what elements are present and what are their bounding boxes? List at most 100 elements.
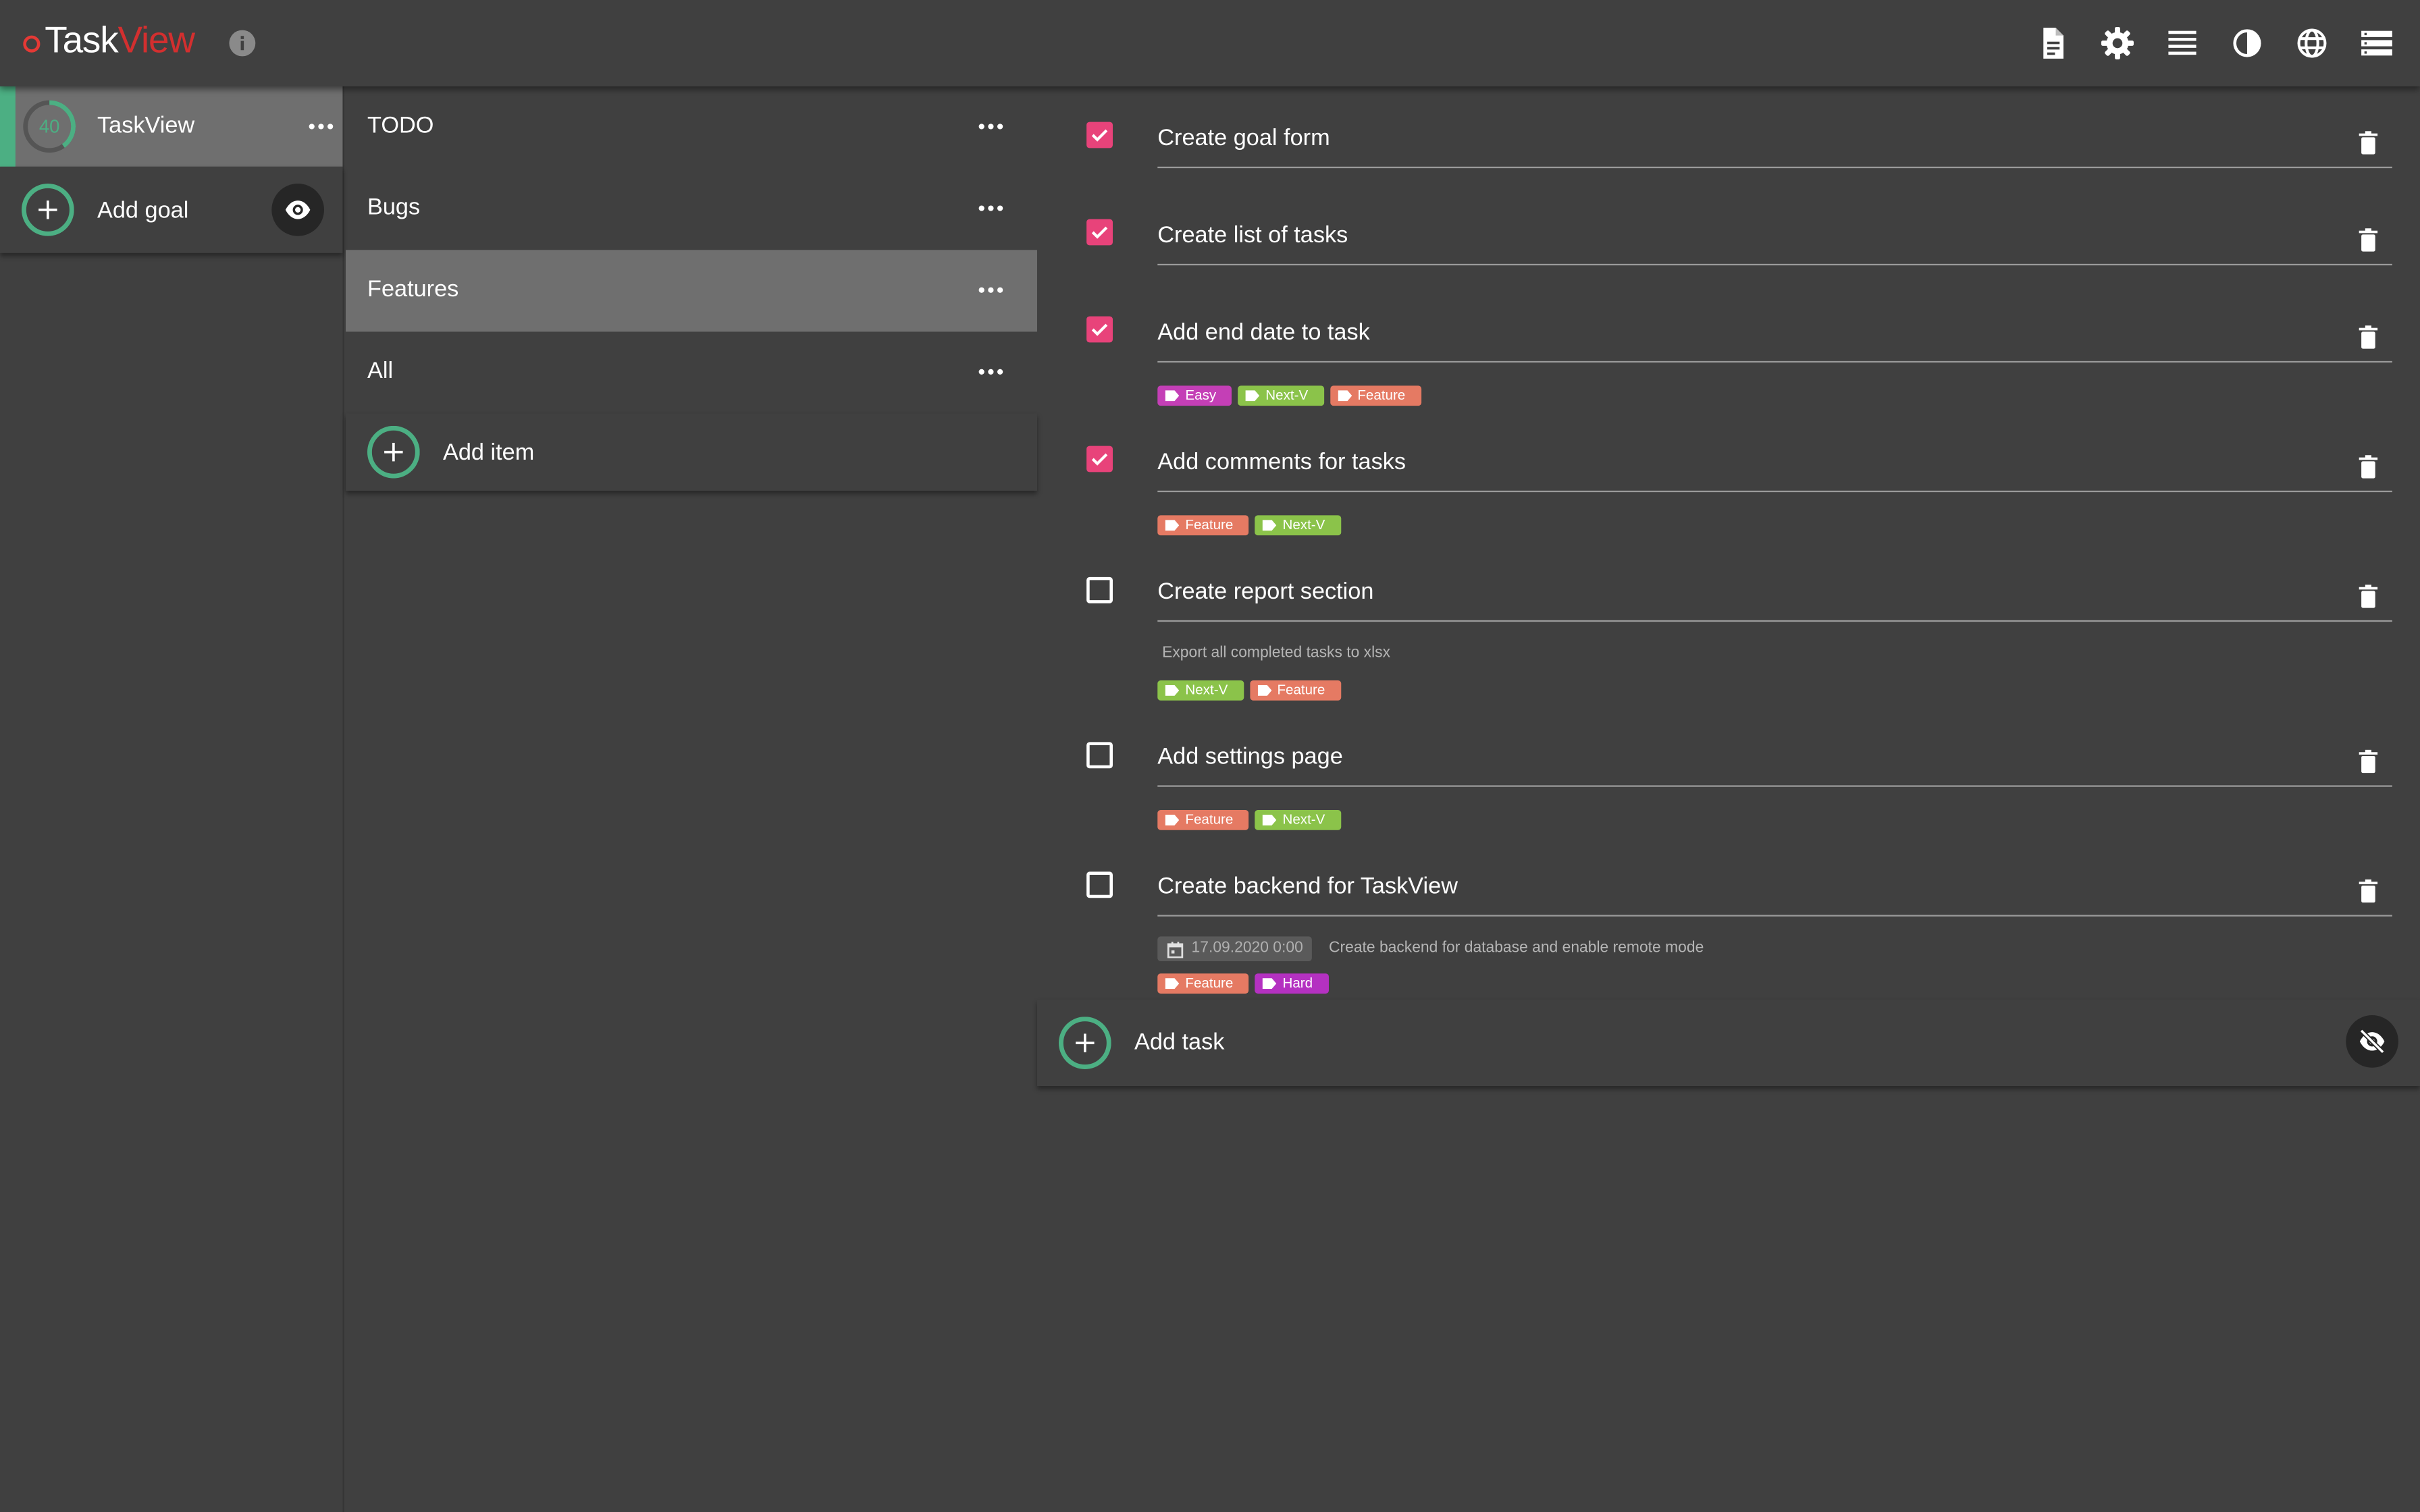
add-item-plus-icon[interactable] <box>367 425 420 479</box>
tag-label: Hard <box>1282 975 1313 991</box>
task-date-value: 17.09.2020 0:00 <box>1191 939 1303 957</box>
list-more-icon[interactable] <box>976 193 1007 224</box>
list-item-todo[interactable]: TODO <box>346 86 1037 168</box>
eye-icon <box>285 200 311 219</box>
task-checkbox[interactable] <box>1086 316 1113 343</box>
list-item-features[interactable]: Features <box>345 250 1037 332</box>
document-icon[interactable] <box>2034 25 2072 62</box>
globe-icon[interactable] <box>2294 25 2331 62</box>
tag-icon <box>1262 814 1277 826</box>
tag-icon <box>1262 978 1277 990</box>
list-item-all[interactable]: All <box>346 331 1037 413</box>
list-more-icon[interactable] <box>976 356 1007 387</box>
add-task-label[interactable]: Add task <box>1134 1029 1224 1056</box>
tag-next-v[interactable]: Next-V <box>1255 809 1341 830</box>
task-checkbox[interactable] <box>1086 219 1113 246</box>
trash-icon[interactable] <box>2355 130 2382 156</box>
info-icon[interactable] <box>228 29 256 57</box>
tag-feature[interactable]: Feature <box>1157 809 1249 830</box>
tag-label: Next-V <box>1282 811 1325 828</box>
lists-panel: TODO Bugs Features All Add item <box>345 86 1037 1512</box>
tag-label: Next-V <box>1282 516 1325 533</box>
tag-feature[interactable]: Feature <box>1157 973 1249 994</box>
tag-label: Feature <box>1277 682 1325 698</box>
tag-label: Next-V <box>1265 387 1309 403</box>
tag-feature[interactable]: Feature <box>1249 680 1341 701</box>
trash-icon[interactable] <box>2355 583 2382 610</box>
tag-label: Feature <box>1357 387 1406 403</box>
tag-label: Feature <box>1185 975 1234 991</box>
task-title[interactable]: Create backend for TaskView <box>1157 873 1458 900</box>
goal-progress-value: 40 <box>38 115 60 138</box>
tag-next-v[interactable]: Next-V <box>1255 515 1341 536</box>
task-underline <box>1157 785 2392 787</box>
goal-item-taskview[interactable]: 40 TaskView <box>0 86 343 167</box>
app-logo: TaskView <box>23 18 195 65</box>
tag-icon <box>1262 520 1277 531</box>
task-date-chip[interactable]: 17.09.2020 0:00 <box>1157 936 1313 961</box>
gear-icon[interactable] <box>2099 25 2136 62</box>
trash-icon[interactable] <box>2355 227 2382 253</box>
trash-icon[interactable] <box>2355 878 2382 905</box>
tag-icon <box>1165 390 1180 402</box>
tag-next-v[interactable]: Next-V <box>1157 680 1244 701</box>
tag-icon <box>1165 978 1180 990</box>
task-title[interactable]: Create list of tasks <box>1157 222 1348 248</box>
trash-icon[interactable] <box>2355 454 2382 480</box>
tag-easy[interactable]: Easy <box>1157 385 1232 406</box>
add-item-label[interactable]: Add item <box>443 439 534 466</box>
toggle-visibility-button[interactable] <box>271 183 324 236</box>
task-title[interactable]: Add comments for tasks <box>1157 449 1406 475</box>
list-item-label: TODO <box>367 112 434 139</box>
task-checkbox[interactable] <box>1086 871 1113 898</box>
tag-feature[interactable]: Feature <box>1157 515 1249 536</box>
add-goal-plus-icon[interactable] <box>21 183 74 236</box>
add-goal-label[interactable]: Add goal <box>97 198 188 224</box>
list-item-label: All <box>367 358 394 385</box>
list-item-bugs[interactable]: Bugs <box>346 168 1037 250</box>
trash-icon[interactable] <box>2355 324 2382 350</box>
tasks-panel: Create goal form Create list of tasks Ad… <box>1037 86 2420 1512</box>
task-checkbox[interactable] <box>1086 446 1113 473</box>
task-checkbox[interactable] <box>1086 122 1113 148</box>
task-title[interactable]: Add end date to task <box>1157 319 1370 346</box>
tag-hard[interactable]: Hard <box>1255 973 1328 994</box>
tag-feature[interactable]: Feature <box>1330 385 1421 406</box>
task-tags: Easy Next-V Feature <box>1157 385 1427 406</box>
list-more-icon[interactable] <box>976 111 1007 142</box>
check-icon <box>1091 129 1108 142</box>
task-underline <box>1157 360 2392 363</box>
task-description: Export all completed tasks to xlsx <box>1162 645 1391 662</box>
task-tags: Feature Hard <box>1157 973 1334 994</box>
check-icon <box>1091 226 1108 239</box>
goal-active-indicator <box>0 86 16 167</box>
storage-icon[interactable] <box>2359 25 2396 62</box>
task-title[interactable]: Create goal form <box>1157 125 1330 151</box>
list-lines-icon[interactable] <box>2164 25 2201 62</box>
list-item-label: Features <box>367 276 459 302</box>
task-checkbox[interactable] <box>1086 742 1113 769</box>
tag-icon <box>1337 390 1352 402</box>
task-tags: Feature Next-V <box>1157 809 1346 830</box>
task-title[interactable]: Create report section <box>1157 578 1373 605</box>
tag-icon <box>1245 390 1260 402</box>
tag-next-v[interactable]: Next-V <box>1238 385 1324 406</box>
toggle-completed-button[interactable] <box>2346 1015 2398 1068</box>
tag-icon <box>1165 520 1180 531</box>
add-task-plus-icon[interactable] <box>1059 1017 1111 1069</box>
check-icon <box>1091 453 1108 466</box>
task-title[interactable]: Add settings page <box>1157 744 1342 770</box>
tag-label: Next-V <box>1185 682 1228 698</box>
tag-label: Easy <box>1185 387 1217 403</box>
contrast-icon[interactable] <box>2229 25 2266 62</box>
trash-icon[interactable] <box>2355 749 2382 775</box>
logo-view-text: View <box>117 20 195 62</box>
task-underline <box>1157 263 2392 266</box>
goal-more-icon[interactable] <box>306 111 337 142</box>
tag-icon <box>1165 684 1180 696</box>
task-checkbox[interactable] <box>1086 576 1113 603</box>
goals-panel: 40 TaskView Add goal <box>0 86 344 1512</box>
list-more-icon[interactable] <box>976 275 1007 306</box>
task-description: Create backend for database and enable r… <box>1328 939 1704 957</box>
tag-label: Feature <box>1185 811 1234 828</box>
